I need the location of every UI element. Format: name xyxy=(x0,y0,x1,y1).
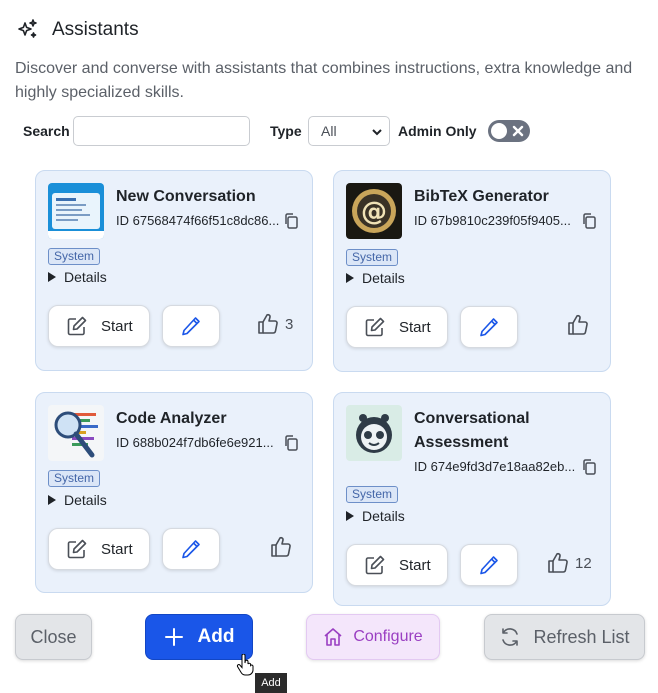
edit-square-icon xyxy=(67,539,87,559)
thumbs-up-icon xyxy=(271,536,291,557)
assistant-thumbnail xyxy=(346,405,402,461)
home-icon xyxy=(324,628,342,646)
assistant-card: Code Analyzer ID 688b024f7db6fe6e921... … xyxy=(35,392,313,593)
assistant-id: ID 688b024f7db6fe6e921... xyxy=(116,435,274,450)
like-count: 12 xyxy=(575,554,592,572)
edit-button[interactable] xyxy=(162,305,220,347)
details-label: Details xyxy=(362,270,405,286)
system-badge: System xyxy=(346,249,399,266)
details-toggle[interactable]: Details xyxy=(346,270,405,286)
expand-triangle-icon xyxy=(346,511,354,521)
assistant-id: ID 67568474f66f51c8dc86... xyxy=(116,213,280,228)
edit-square-icon xyxy=(365,317,385,337)
edit-button[interactable] xyxy=(162,528,220,570)
svg-text:@: @ xyxy=(361,197,387,227)
thumbs-up-icon xyxy=(548,552,568,573)
start-button[interactable]: Start xyxy=(346,306,448,348)
close-icon xyxy=(512,125,524,137)
plus-icon xyxy=(164,628,183,646)
type-select[interactable]: All xyxy=(308,116,390,146)
expand-triangle-icon xyxy=(48,495,56,505)
tooltip: Add xyxy=(255,673,287,693)
assistant-thumbnail xyxy=(48,183,104,239)
admin-only-toggle[interactable] xyxy=(488,120,530,142)
assistant-name: Conversational Assessment xyxy=(414,410,530,451)
pencil-icon xyxy=(480,556,498,575)
refresh-label: Refresh List xyxy=(533,626,630,647)
assistant-id: ID 674e9fd3d7e18aa82eb... xyxy=(414,459,576,474)
pencil-icon xyxy=(182,540,200,559)
filter-bar: Search Type All Admin Only xyxy=(23,116,643,146)
chevron-down-icon xyxy=(372,129,382,136)
pencil-icon xyxy=(182,317,200,336)
edit-button[interactable] xyxy=(460,544,518,586)
start-label: Start xyxy=(101,317,133,335)
page-title: Assistants xyxy=(52,19,139,40)
type-select-value: All xyxy=(321,123,337,139)
details-label: Details xyxy=(64,269,107,285)
edit-square-icon xyxy=(67,316,87,336)
close-button[interactable]: Close xyxy=(15,614,92,660)
thumbs-up-icon xyxy=(258,313,278,334)
system-badge: System xyxy=(48,470,101,487)
search-input[interactable] xyxy=(73,116,250,146)
start-button[interactable]: Start xyxy=(48,305,150,347)
close-label: Close xyxy=(30,626,77,647)
pencil-icon xyxy=(480,318,498,337)
assistant-name: BibTeX Generator xyxy=(414,188,549,205)
page-header: Assistants xyxy=(16,16,139,44)
add-label: Add xyxy=(197,626,235,647)
assistant-thumbnail: @ xyxy=(346,183,402,239)
start-button[interactable]: Start xyxy=(48,528,150,570)
configure-button[interactable]: Configure xyxy=(306,614,440,660)
system-badge: System xyxy=(346,486,399,503)
start-label: Start xyxy=(399,556,431,574)
start-button[interactable]: Start xyxy=(346,544,448,586)
thumbs-up-icon xyxy=(568,314,588,335)
details-toggle[interactable]: Details xyxy=(48,492,107,508)
refresh-list-button[interactable]: Refresh List xyxy=(484,614,645,660)
edit-square-icon xyxy=(365,555,385,575)
edit-button[interactable] xyxy=(460,306,518,348)
expand-triangle-icon xyxy=(346,273,354,283)
details-label: Details xyxy=(362,508,405,524)
details-toggle[interactable]: Details xyxy=(48,269,107,285)
system-badge: System xyxy=(48,248,101,265)
admin-only-label: Admin Only xyxy=(398,123,477,139)
like-control[interactable]: 12 xyxy=(546,551,592,575)
hand-pointer-icon xyxy=(236,654,254,676)
assistant-thumbnail xyxy=(48,405,104,461)
search-label: Search xyxy=(23,123,70,139)
copy-icon[interactable] xyxy=(580,212,598,230)
sparkle-icon xyxy=(18,19,37,38)
assistant-card: New Conversation ID 67568474f66f51c8dc86… xyxy=(35,170,313,371)
assistant-card: @ BibTeX Generator ID 67b9810c239f05f940… xyxy=(333,170,611,372)
assistant-card: Conversational Assessment ID 674e9fd3d7e… xyxy=(333,392,611,606)
like-control[interactable] xyxy=(566,313,595,337)
details-toggle[interactable]: Details xyxy=(346,508,405,524)
copy-icon[interactable] xyxy=(282,434,300,452)
type-label: Type xyxy=(270,123,302,139)
assistant-name: New Conversation xyxy=(116,188,256,205)
like-count: 3 xyxy=(285,315,294,333)
copy-icon[interactable] xyxy=(580,458,598,476)
expand-triangle-icon xyxy=(48,272,56,282)
configure-label: Configure xyxy=(353,628,423,645)
details-label: Details xyxy=(64,492,107,508)
assistant-id: ID 67b9810c239f05f9405... xyxy=(414,213,571,228)
start-label: Start xyxy=(101,540,133,558)
like-control[interactable] xyxy=(269,535,298,559)
copy-icon[interactable] xyxy=(282,212,300,230)
page-description: Discover and converse with assistants th… xyxy=(15,60,633,101)
start-label: Start xyxy=(399,318,431,336)
toggle-knob xyxy=(491,123,507,139)
assistant-name: Code Analyzer xyxy=(116,410,227,427)
refresh-icon xyxy=(502,628,519,646)
like-control[interactable]: 3 xyxy=(256,312,293,336)
